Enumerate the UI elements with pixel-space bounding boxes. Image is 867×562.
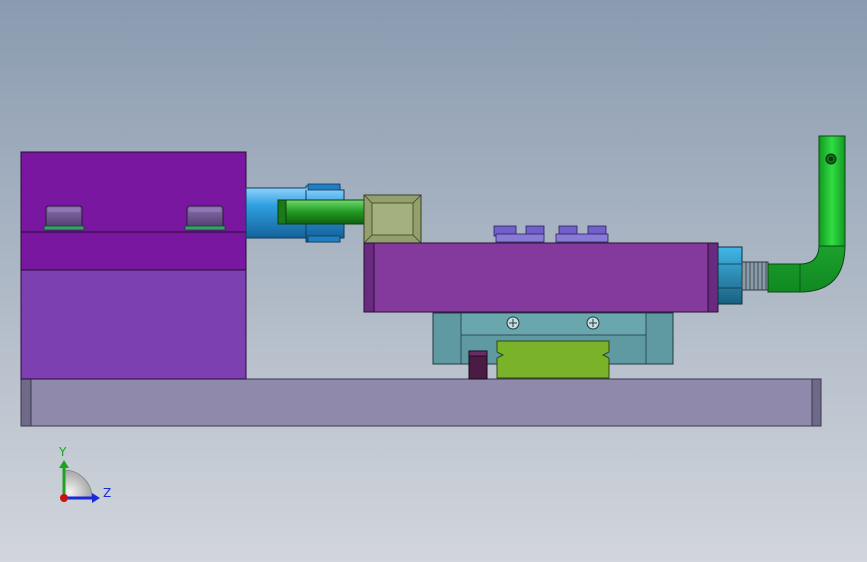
base-plate[interactable] <box>20 378 822 427</box>
pressure-pad-right[interactable] <box>184 205 226 231</box>
y-axis-label: Y <box>58 445 67 459</box>
guide-rail[interactable] <box>496 340 610 379</box>
stop-pin[interactable] <box>468 350 488 380</box>
z-axis-label: Z <box>103 486 111 500</box>
moving-block[interactable] <box>363 242 719 313</box>
cad-viewport[interactable]: Y Z <box>0 0 867 562</box>
x-axis-dot <box>60 494 68 502</box>
piston-rod[interactable] <box>277 199 369 225</box>
hex-nut[interactable] <box>717 246 743 305</box>
carriage-screw-right <box>586 316 600 330</box>
carriage-screw-left <box>506 316 520 330</box>
pressure-pad-left[interactable] <box>43 205 85 231</box>
rod-clevis[interactable] <box>363 194 422 244</box>
fixed-block[interactable] <box>20 151 247 380</box>
threaded-stud <box>741 261 769 291</box>
